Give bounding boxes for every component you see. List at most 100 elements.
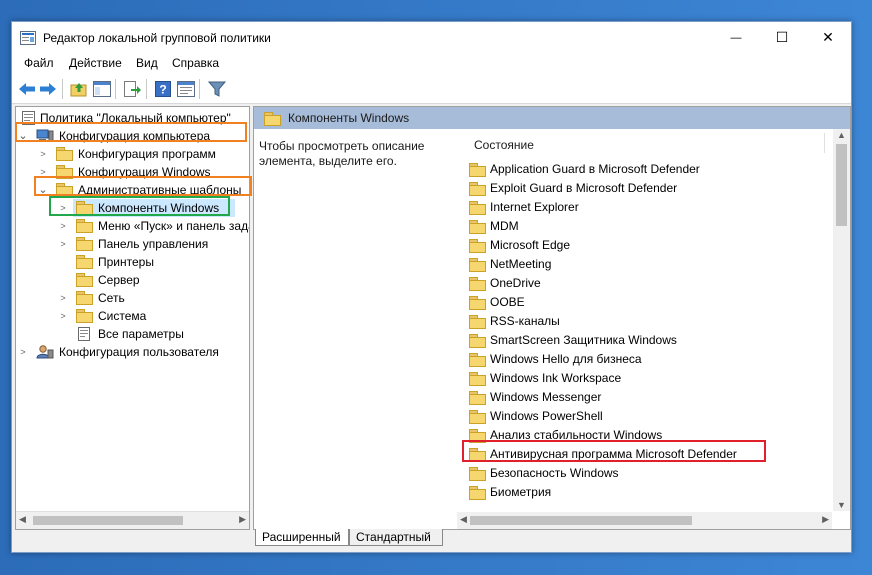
folder-icon: [469, 163, 486, 177]
toolbar-separator: [199, 79, 200, 99]
chevron-right-icon[interactable]: >: [37, 145, 49, 163]
tree-label-printers: Принтеры: [98, 255, 154, 269]
tree-pane[interactable]: Политика "Локальный компьютер" ⌄ Конфигу…: [15, 106, 250, 530]
folder-icon: [469, 182, 486, 196]
folder-icon: [469, 486, 486, 500]
column-divider: [824, 133, 825, 153]
list-item-label: RSS-каналы: [490, 314, 560, 328]
chevron-right-icon[interactable]: >: [57, 307, 69, 325]
show-hide-tree-icon[interactable]: [93, 80, 111, 98]
folder-icon: [469, 353, 486, 367]
forward-icon[interactable]: [39, 80, 57, 98]
folder-icon: [264, 112, 281, 126]
menu-action[interactable]: Действие: [69, 56, 122, 70]
filter-icon[interactable]: [208, 80, 226, 98]
up-folder-icon[interactable]: [70, 80, 88, 98]
menu-help[interactable]: Справка: [172, 56, 219, 70]
folder-icon: [469, 372, 486, 386]
gpedit-window: Редактор локальной групповой политики — …: [11, 21, 852, 553]
folder-icon: [76, 255, 93, 269]
folder-icon: [76, 273, 93, 287]
folder-icon: [469, 391, 486, 405]
list-vertical-scrollbar[interactable]: ▲ ▼: [833, 129, 850, 511]
list-item-label: Internet Explorer: [490, 200, 579, 214]
tree-label-all-settings: Все параметры: [98, 327, 184, 341]
scrollbar-thumb[interactable]: [33, 516, 183, 525]
list-item-label: SmartScreen Защитника Windows: [490, 333, 677, 347]
scroll-right-icon[interactable]: ▶: [239, 514, 246, 525]
tree-horizontal-scrollbar[interactable]: ◀ ▶: [16, 511, 249, 529]
scrollbar-thumb[interactable]: [836, 144, 847, 226]
chevron-right-icon[interactable]: >: [57, 235, 69, 253]
toolbar-separator: [115, 79, 116, 99]
folder-icon: [469, 410, 486, 424]
list-item-label: Windows Messenger: [490, 390, 602, 404]
folder-icon: [469, 296, 486, 310]
column-header-state[interactable]: Состояние: [474, 138, 534, 152]
maximize-icon: ☐: [775, 29, 789, 45]
chevron-right-icon[interactable]: >: [57, 217, 69, 235]
svg-text:?: ?: [159, 83, 166, 97]
maximize-button[interactable]: ☐: [759, 22, 805, 53]
export-list-icon[interactable]: [123, 80, 141, 98]
properties-icon[interactable]: [177, 80, 195, 98]
minimize-button[interactable]: —: [713, 22, 759, 53]
chevron-right-icon[interactable]: >: [17, 343, 29, 361]
scroll-left-icon[interactable]: ◀: [460, 514, 467, 525]
chevron-right-icon[interactable]: >: [57, 289, 69, 307]
folder-icon: [76, 309, 93, 323]
back-icon[interactable]: [18, 80, 36, 98]
tree-label-control-panel: Панель управления: [98, 237, 209, 251]
details-pane: Компоненты Windows Чтобы просмотреть опи…: [253, 106, 851, 530]
toolbar: ?: [12, 73, 851, 104]
highlight-windows-components: [49, 196, 230, 216]
list-item-label: Microsoft Edge: [490, 238, 571, 252]
window-title: Редактор локальной групповой политики: [43, 31, 271, 45]
description-text: Чтобы просмотреть описание элемента, выд…: [259, 139, 425, 168]
scroll-left-icon[interactable]: ◀: [19, 514, 26, 525]
scroll-right-icon[interactable]: ▶: [822, 514, 829, 525]
folder-icon: [469, 239, 486, 253]
folder-icon: [76, 219, 93, 233]
tree-label-server: Сервер: [98, 273, 140, 287]
close-icon: ✕: [822, 29, 834, 45]
folder-icon: [76, 291, 93, 305]
list-item-label: Application Guard в Microsoft Defender: [490, 162, 700, 176]
tree-label-user-config: Конфигурация пользователя: [59, 345, 219, 359]
list-item-label: Exploit Guard в Microsoft Defender: [490, 181, 678, 195]
list-horizontal-scrollbar[interactable]: ◀ ▶: [457, 512, 832, 529]
folder-icon: [76, 237, 93, 251]
title-bar[interactable]: Редактор локальной групповой политики — …: [12, 22, 851, 53]
scroll-up-icon[interactable]: ▲: [837, 130, 846, 140]
folder-icon: [469, 277, 486, 291]
highlight-defender-antivirus: [462, 440, 766, 462]
folder-icon: [469, 467, 486, 481]
list-item-label: OOBE: [490, 295, 525, 309]
tree-label-software-config: Конфигурация программ: [78, 147, 216, 161]
gpedit-app-icon: [20, 31, 36, 45]
folder-icon: [469, 201, 486, 215]
tree-label-network: Сеть: [98, 291, 125, 305]
menu-view[interactable]: Вид: [136, 56, 158, 70]
highlight-admin-templates: [34, 176, 252, 196]
scroll-down-icon[interactable]: ▼: [837, 500, 846, 510]
toolbar-separator: [146, 79, 147, 99]
folder-icon: [469, 220, 486, 234]
toolbar-separator: [62, 79, 63, 99]
menu-bar: Файл Действие Вид Справка: [12, 53, 851, 73]
list-item-label: NetMeeting: [490, 257, 552, 271]
list-item-label: Windows PowerShell: [490, 409, 603, 423]
folder-icon: [469, 334, 486, 348]
highlight-computer-config: [15, 122, 247, 142]
menu-file[interactable]: Файл: [24, 56, 54, 70]
close-button[interactable]: ✕: [805, 22, 851, 53]
list-item-label: Windows Ink Workspace: [490, 371, 622, 385]
help-icon[interactable]: ?: [154, 80, 172, 98]
list-item-label: Безопасность Windows: [490, 466, 619, 480]
folder-icon: [469, 315, 486, 329]
scrollbar-thumb[interactable]: [470, 516, 692, 525]
list-item-label: MDM: [490, 219, 519, 233]
details-header: Компоненты Windows: [254, 107, 850, 129]
folder-icon: [469, 258, 486, 272]
user-icon: [36, 345, 54, 359]
